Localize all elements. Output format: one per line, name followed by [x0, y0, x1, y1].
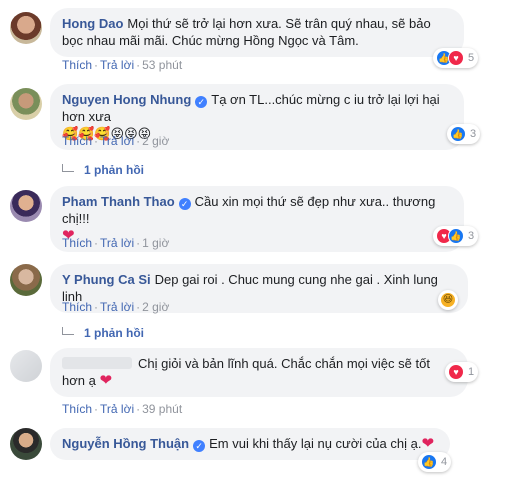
reply-link[interactable]: Trả lời [100, 402, 134, 416]
comment-bubble: Nguyễn Hồng Thuận ✓ Em vui khi thấy lại nụ… [50, 428, 450, 460]
comment-text: Em vui khi thấy lại nụ cười của chị ạ. [209, 436, 422, 451]
comment-actions: Thích · Trả lời · 53 phút [62, 58, 182, 72]
separator: · [136, 134, 141, 148]
verified-badge-icon: ✓ [178, 198, 191, 210]
comment-actions: Thích · Trả lời · 2 giờ [62, 134, 169, 148]
separator: · [94, 236, 99, 250]
reaction-count: 4 [441, 456, 448, 468]
like-link[interactable]: Thích [62, 300, 92, 314]
comment-author[interactable]: Hong Dao [62, 16, 123, 31]
separator: · [94, 134, 99, 148]
reaction-summary[interactable]: 👍 ♥ 5 [433, 48, 479, 68]
separator: · [94, 300, 99, 314]
separator: · [136, 58, 141, 72]
timestamp[interactable]: 53 phút [142, 58, 182, 72]
reaction-summary[interactable]: ♥ 👍 3 [433, 226, 479, 246]
reaction-count: 3 [468, 230, 475, 242]
timestamp[interactable]: 2 giờ [142, 134, 169, 148]
view-replies-link[interactable]: 1 phản hồi [62, 163, 144, 177]
timestamp[interactable]: 1 giờ [142, 236, 169, 250]
reply-arrow-icon [62, 164, 74, 172]
reaction-summary[interactable]: 😆 [438, 290, 458, 310]
comment-author[interactable]: Pham Thanh Thao [62, 194, 175, 209]
separator: · [94, 58, 99, 72]
haha-icon: 😆 [440, 292, 456, 308]
separator: · [136, 300, 141, 314]
comment-actions: Thích · Trả lời · 1 giờ [62, 236, 169, 250]
avatar[interactable] [10, 350, 42, 382]
reply-link[interactable]: Trả lời [100, 134, 134, 148]
reaction-summary[interactable]: 👍 3 [447, 124, 481, 144]
avatar[interactable] [10, 12, 42, 44]
avatar[interactable] [10, 88, 42, 120]
comment-actions: Thích · Trả lời · 2 giờ [62, 300, 169, 314]
avatar[interactable] [10, 428, 42, 460]
like-link[interactable]: Thích [62, 58, 92, 72]
reaction-summary[interactable]: ♥ 1 [445, 362, 479, 382]
comment-author[interactable]: Y Phung Ca Si [62, 272, 151, 287]
separator: · [94, 402, 99, 416]
comment-author[interactable]: Nguyễn Hồng Thuận [62, 436, 189, 451]
comment-author[interactable]: Nguyen Hong Nhung [62, 92, 191, 107]
reaction-count: 1 [468, 366, 475, 378]
separator: · [136, 402, 141, 416]
verified-badge-icon: ✓ [195, 96, 208, 108]
verified-badge-icon: ✓ [193, 440, 206, 452]
like-link[interactable]: Thích [62, 236, 92, 250]
reaction-count: 5 [468, 52, 475, 64]
blurred-author-name [62, 357, 132, 369]
comment-bubble: Hong Dao Mọi thứ sẽ trở lại hơn xưa. Sẽ t… [50, 8, 464, 57]
comment-bubble: Chị giỏi và bản lĩnh quá. Chắc chắn mọi … [50, 348, 468, 397]
like-icon: 👍 [448, 228, 464, 244]
replies-count: 1 phản hồi [84, 163, 144, 177]
timestamp[interactable]: 2 giờ [142, 300, 169, 314]
comment-emoji: ❤ [99, 372, 113, 389]
love-icon: ♥ [448, 50, 464, 66]
timestamp[interactable]: 39 phút [142, 402, 182, 416]
reply-link[interactable]: Trả lời [100, 58, 134, 72]
view-replies-link[interactable]: 1 phản hồi [62, 326, 144, 340]
reply-link[interactable]: Trả lời [100, 236, 134, 250]
separator: · [136, 236, 141, 250]
reply-link[interactable]: Trả lời [100, 300, 134, 314]
like-link[interactable]: Thích [62, 402, 92, 416]
replies-count: 1 phản hồi [84, 326, 144, 340]
comment-actions: Thích · Trả lời · 39 phút [62, 402, 182, 416]
reply-arrow-icon [62, 327, 74, 335]
comment-emoji: ❤ [421, 435, 435, 452]
like-icon: 👍 [421, 454, 437, 470]
reaction-count: 3 [470, 128, 477, 140]
like-icon: 👍 [450, 126, 466, 142]
love-icon: ♥ [448, 364, 464, 380]
avatar[interactable] [10, 264, 42, 296]
reaction-summary[interactable]: 👍 4 [418, 452, 452, 472]
like-link[interactable]: Thích [62, 134, 92, 148]
avatar[interactable] [10, 190, 42, 222]
